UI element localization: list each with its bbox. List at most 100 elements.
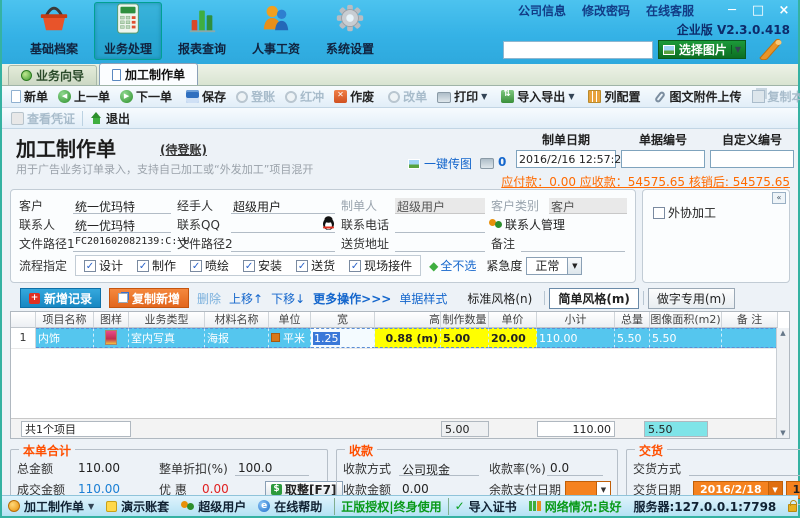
red-reverse-button[interactable]: 红冲 xyxy=(280,88,329,105)
nav-item-base-archive[interactable]: 基础档案 xyxy=(20,2,88,60)
delivery-address-field[interactable] xyxy=(395,236,485,252)
qq-icon[interactable] xyxy=(322,215,335,230)
nav-item-business[interactable]: 业务处理 xyxy=(94,2,162,60)
attachment-upload-button[interactable]: 图文附件上传 xyxy=(649,88,746,105)
cell-unit[interactable]: 平米 xyxy=(269,328,311,348)
order-date-select[interactable]: 2016/2/16 12:57:23▼ xyxy=(516,150,637,168)
custom-number-input[interactable] xyxy=(710,150,794,168)
lock-screen-button[interactable]: 锁屏 xyxy=(788,498,800,515)
col-height[interactable]: 高 xyxy=(375,312,441,328)
table-row[interactable]: 1 内饰 室内写真 海报 平米 1.25 0.88 (m) 5.00 20.00… xyxy=(11,328,789,348)
status-doc-menu[interactable]: 加工制作单 ▼ xyxy=(8,498,94,515)
company-info-link[interactable]: 公司信息 xyxy=(518,2,566,19)
nav-item-hr-payroll[interactable]: 人事工资 xyxy=(242,2,310,60)
col-note[interactable]: 备 注 xyxy=(722,312,778,328)
receivable-summary-link[interactable]: 应付款：0.00 应收款：54575.65 核销后: 54575.65 xyxy=(501,173,790,190)
image-path-input[interactable] xyxy=(502,40,653,59)
file-path1-field[interactable]: FC201602082139:C:\U xyxy=(73,236,189,252)
col-material[interactable]: 材料名称 xyxy=(205,312,269,328)
checkbox-make[interactable]: ✓ 制作 xyxy=(137,257,176,274)
new-order-button[interactable]: 新单 xyxy=(6,88,53,105)
checkbox-spray[interactable]: ✓ 喷绘 xyxy=(190,257,229,274)
qq-field[interactable] xyxy=(231,215,335,233)
col-item-name[interactable]: 项目名称 xyxy=(36,312,94,328)
import-cert-link[interactable]: ✓ 导入证书 xyxy=(455,498,517,515)
checkbox-onsite[interactable]: ✓ 现场接件 xyxy=(349,257,412,274)
add-record-button[interactable]: + 新增记录 xyxy=(20,288,102,308)
minimize-button[interactable]: ─ xyxy=(724,3,740,18)
col-total[interactable]: 总量 xyxy=(615,312,650,328)
collapse-panel-icon[interactable]: « xyxy=(772,192,786,204)
pending-status-link[interactable]: (待登账) xyxy=(160,141,207,158)
post-account-button[interactable]: 登账 xyxy=(231,88,280,105)
cell-note[interactable] xyxy=(722,328,778,348)
nav-item-reports[interactable]: 报表查询 xyxy=(168,2,236,60)
close-button[interactable]: × xyxy=(776,3,792,18)
checkbox-deliver[interactable]: ✓ 送货 xyxy=(296,257,335,274)
nav-item-settings[interactable]: 系统设置 xyxy=(316,2,384,60)
checkbox-install[interactable]: ✓ 安装 xyxy=(243,257,282,274)
col-unit[interactable]: 单位 xyxy=(269,312,311,328)
status-account-set[interactable]: 演示账套 xyxy=(106,498,169,515)
style-tab-simple[interactable]: 简单风格(m) xyxy=(549,287,639,309)
col-price[interactable]: 单价 xyxy=(489,312,537,328)
cell-material[interactable]: 海报 xyxy=(205,328,269,348)
pay-method-field[interactable]: 公司现金 xyxy=(399,461,479,477)
file-path2-field[interactable] xyxy=(231,236,335,252)
maximize-button[interactable]: □ xyxy=(750,3,766,18)
urgency-select[interactable]: 正常 ▼ xyxy=(526,256,583,275)
scroll-up-icon[interactable]: ▲ xyxy=(780,329,785,337)
select-none-link[interactable]: 全不选 xyxy=(440,257,476,274)
cell-business-type[interactable]: 室内写真 xyxy=(129,328,205,348)
tab-business-wizard[interactable]: 业务向导 xyxy=(8,65,98,85)
vertical-scrollbar[interactable]: ▲ ▼ xyxy=(776,328,789,438)
copy-order-button[interactable]: 复制本单 xyxy=(747,88,800,105)
column-config-button[interactable]: 列配置 xyxy=(583,88,645,105)
copy-add-button[interactable]: 复制新增 xyxy=(109,288,190,308)
style-tab-lettering[interactable]: 做字专用(m) xyxy=(647,287,735,309)
cell-qty[interactable]: 5.00 xyxy=(441,328,489,348)
void-button[interactable]: 作废 xyxy=(329,88,379,105)
delete-row-link[interactable]: 删除 xyxy=(197,290,221,307)
chevron-down-icon[interactable]: ▼ xyxy=(567,257,582,274)
customer-field[interactable]: 统一优玛特 xyxy=(73,198,171,214)
contact-field[interactable]: 统一优玛特 xyxy=(73,217,171,233)
print-count[interactable]: 0 xyxy=(480,155,506,169)
thumbnail-image[interactable] xyxy=(105,330,117,345)
one-key-upload-link[interactable]: 一键传图 xyxy=(408,155,472,172)
doc-style-link[interactable]: 单据样式 xyxy=(399,290,447,307)
select-image-button[interactable]: 选择图片 ▼ xyxy=(657,40,746,59)
scroll-down-icon[interactable]: ▼ xyxy=(780,429,785,437)
col-image[interactable]: 图样 xyxy=(94,312,129,328)
col-qty[interactable]: 制作数量 xyxy=(441,312,489,328)
cell-height[interactable]: 0.88 (m) xyxy=(375,328,441,348)
move-down-link[interactable]: 下移↓ xyxy=(271,290,305,307)
note-field[interactable] xyxy=(521,236,625,252)
col-area[interactable]: 图像面积(m2) xyxy=(650,312,722,328)
exit-button[interactable]: 退出 xyxy=(85,110,135,127)
cell-item-name[interactable]: 内饰 xyxy=(36,328,94,348)
checkbox-design[interactable]: ✓ 设计 xyxy=(84,257,123,274)
col-subtotal[interactable]: 小计 xyxy=(537,312,615,328)
discount-field[interactable]: 100.0 xyxy=(235,461,309,476)
delivery-method-field[interactable] xyxy=(689,461,800,476)
status-online-help[interactable]: e 在线帮助 xyxy=(258,498,322,515)
phone-field[interactable] xyxy=(395,217,485,233)
handler-field[interactable]: 超级用户 xyxy=(231,198,335,214)
col-business-type[interactable]: 业务类型 xyxy=(129,312,205,328)
view-voucher-button[interactable]: 查看凭证 xyxy=(6,110,80,127)
save-button[interactable]: 保存 xyxy=(181,88,231,105)
modify-order-button[interactable]: 改单 xyxy=(383,88,432,105)
col-width[interactable]: 宽 xyxy=(311,312,375,328)
cell-price[interactable]: 20.00 xyxy=(489,328,537,348)
checkbox-outsource[interactable]: 外协加工 xyxy=(653,204,716,221)
order-number-input[interactable] xyxy=(621,150,705,168)
prev-order-button[interactable]: 上一单 xyxy=(53,88,115,105)
tab-processing-order[interactable]: 加工制作单 xyxy=(99,63,199,85)
style-tab-standard[interactable]: 标准风格(n) xyxy=(459,289,540,308)
change-password-link[interactable]: 修改密码 xyxy=(582,2,630,19)
next-order-button[interactable]: 下一单 xyxy=(115,88,177,105)
cell-thumbnail[interactable] xyxy=(94,328,129,348)
cell-width-editing[interactable]: 1.25 xyxy=(311,328,375,348)
pay-rate-field[interactable]: 0.0 xyxy=(547,461,603,476)
